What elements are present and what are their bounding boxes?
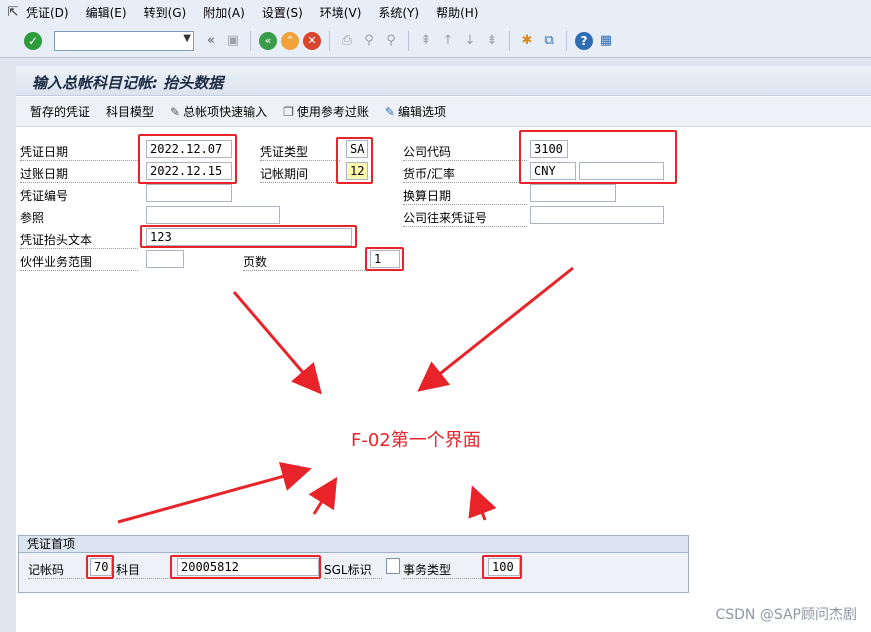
group-title: 凭证首项 (19, 536, 688, 553)
cancel-icon[interactable]: ✕ (303, 31, 321, 50)
toolbar-separator (509, 30, 510, 51)
reference-field[interactable] (146, 206, 280, 224)
post-with-reference-label: 使用参考过账 (296, 105, 369, 119)
sgl-indicator-label: SGL标识 (324, 561, 382, 579)
highlight-transaction-type (482, 555, 522, 579)
menu-exit-icon[interactable]: ⇱ (0, 5, 26, 20)
chevron-down-icon[interactable]: ▼ (183, 33, 191, 44)
highlight-account (170, 555, 321, 579)
title-bar: 输入总帐科目记帐: 抬头数据 (16, 66, 871, 96)
find-icon[interactable]: ⚲ (360, 32, 378, 50)
edit-options-label: 编辑选项 (397, 105, 446, 119)
menu-settings[interactable]: 设置(S) (262, 4, 303, 21)
menu-help[interactable]: 帮助(H) (436, 4, 478, 21)
highlight-type-period (336, 137, 373, 184)
exit-icon[interactable]: ⌃ (281, 31, 299, 50)
find-next-icon[interactable]: ⚲ (382, 32, 400, 50)
highlight-header-text (140, 225, 357, 248)
system-toolbar: ✓ ▼ « ▣ « ⌃ ✕ ⎙ ⚲ ⚲ ⇞ ↑ ↓ ⇟ ✱ ⧉ ? ▦ (0, 24, 871, 58)
new-session-icon[interactable]: ✱ (518, 32, 536, 50)
posting-key-label: 记帐码 (28, 561, 84, 579)
sgl-indicator-field[interactable] (386, 558, 400, 574)
document-number-field[interactable] (146, 184, 232, 202)
toolbar-separator (408, 30, 409, 51)
first-page-icon[interactable]: ⇞ (417, 32, 435, 50)
currency-label: 货币/汇率 (403, 165, 527, 183)
menubar: ⇱ 凭证(D) 编辑(E) 转到(G) 附加(A) 设置(S) 环境(V) 系统… (0, 0, 871, 24)
collapse-icon[interactable]: « (202, 32, 220, 50)
company-code-label: 公司代码 (403, 143, 527, 161)
post-with-reference-button[interactable]: ❐ 使用参考过账 (283, 103, 369, 120)
watermark: CSDN @SAP顾问杰剧 (715, 607, 857, 623)
trading-partner-field[interactable] (146, 250, 184, 268)
account-model-button[interactable]: 科目模型 (106, 103, 154, 120)
pencil-icon: ✎ (384, 104, 395, 119)
highlight-dates (138, 134, 237, 184)
trading-partner-label: 伙伴业务范围 (20, 253, 138, 271)
translation-date-field[interactable] (530, 184, 616, 202)
account-model-label: 科目模型 (106, 105, 155, 119)
toolbar-separator (250, 30, 251, 51)
save-icon[interactable]: ▣ (224, 32, 242, 50)
menu-system[interactable]: 系统(Y) (378, 4, 419, 21)
annotation-caption: F-02第一个界面 (351, 430, 481, 451)
toolbar-separator (329, 30, 330, 51)
menu-edit[interactable]: 编辑(E) (86, 4, 127, 21)
account-label: 科目 (116, 561, 170, 579)
reference-label: 参照 (20, 211, 45, 225)
reference-icon: ❐ (283, 104, 294, 119)
held-document-button[interactable]: 暂存的凭证 (30, 103, 90, 120)
highlight-posting-key (86, 555, 114, 579)
print-icon[interactable]: ⎙ (338, 32, 356, 50)
shortcut-icon[interactable]: ⧉ (540, 32, 558, 50)
last-page-icon[interactable]: ⇟ (483, 32, 501, 50)
highlight-pages (365, 247, 404, 271)
command-field[interactable]: ▼ (54, 30, 194, 51)
menu-document[interactable]: 凭证(D) (26, 4, 69, 21)
fast-entry-button[interactable]: ✎ 总帐项快速输入 (170, 103, 267, 120)
application-toolbar: 暂存的凭证 科目模型 ✎ 总帐项快速输入 ❐ 使用参考过账 ✎ 编辑选项 (16, 97, 871, 127)
period-label: 记帐期间 (260, 165, 340, 183)
next-page-icon[interactable]: ↓ (461, 32, 479, 50)
enter-icon[interactable]: ✓ (24, 31, 42, 50)
prev-page-icon[interactable]: ↑ (439, 32, 457, 50)
intercompany-label: 公司往来凭证号 (403, 209, 527, 227)
toolbar-separator (566, 30, 567, 51)
header-text-label: 凭证抬头文本 (20, 231, 138, 249)
pages-label: 页数 (243, 253, 365, 271)
help-icon[interactable]: ? (575, 31, 593, 50)
edit-options-button[interactable]: ✎ 编辑选项 (385, 103, 446, 120)
fast-entry-label: 总帐项快速输入 (183, 105, 268, 119)
menu-environment[interactable]: 环境(V) (320, 4, 362, 21)
back-icon[interactable]: « (259, 31, 277, 50)
intercompany-field[interactable] (530, 206, 664, 224)
highlight-company-currency (519, 130, 677, 184)
transaction-type-label: 事务类型 (403, 561, 483, 579)
page-title: 输入总帐科目记帐: 抬头数据 (32, 74, 224, 92)
fast-entry-icon: ✎ (170, 104, 181, 119)
layout-icon[interactable]: ▦ (597, 32, 615, 50)
menu-goto[interactable]: 转到(G) (144, 4, 187, 21)
document-type-label: 凭证类型 (260, 143, 340, 161)
document-date-label: 凭证日期 (20, 143, 138, 161)
document-number-label: 凭证编号 (20, 189, 69, 203)
menu-extras[interactable]: 附加(A) (203, 4, 245, 21)
posting-date-label: 过账日期 (20, 165, 138, 183)
translation-date-label: 换算日期 (403, 187, 527, 205)
held-document-label: 暂存的凭证 (30, 105, 91, 119)
